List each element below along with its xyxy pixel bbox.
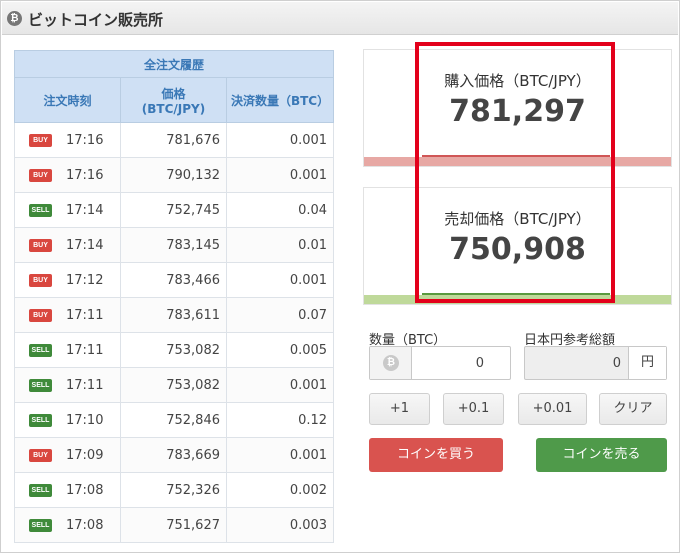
order-price-cell: 783,145 [120, 227, 227, 263]
order-amount-cell: 0.002 [225, 472, 335, 508]
order-history-rows: BUY 17:16 781,676 0.001 BUY 17:16 790,132 0.001… [14, 122, 335, 543]
order-time: 17:09 [66, 447, 104, 463]
order-time-cell: SELL 17:11 [14, 332, 121, 368]
order-amount-cell: 0.005 [225, 332, 335, 368]
order-time: 17:11 [66, 377, 104, 393]
column-header-amount: 決済数量（BTC） [225, 77, 335, 123]
order-amount-cell: 0.07 [225, 297, 335, 333]
order-time: 17:12 [66, 272, 104, 288]
order-time: 17:08 [66, 482, 104, 498]
buy-badge: BUY [29, 168, 52, 182]
price-highlight-box [415, 42, 615, 303]
table-row: SELL 17:11 753,082 0.001 [14, 367, 335, 403]
table-row: BUY 17:16 781,676 0.001 [14, 122, 335, 158]
order-time: 17:16 [66, 132, 104, 148]
jpy-total-field: 円 [524, 346, 667, 380]
order-time-cell: BUY 17:16 [14, 157, 121, 193]
order-amount-cell: 0.001 [225, 122, 335, 158]
buy-badge: BUY [29, 133, 52, 147]
sell-badge: SELL [29, 203, 52, 217]
order-price-cell: 752,846 [120, 402, 227, 438]
order-history-table: 全注文履歴 注文時刻 価格 (BTC/JPY) 決済数量（BTC） BUY 17:… [13, 50, 335, 543]
order-time: 17:16 [66, 167, 104, 183]
order-price-cell: 751,627 [120, 507, 227, 543]
quantity-coin-addon: ₿ [370, 347, 412, 379]
order-time: 17:11 [66, 342, 104, 358]
table-row: SELL 17:10 752,846 0.12 [14, 402, 335, 438]
order-amount-cell: 0.12 [225, 402, 335, 438]
order-time: 17:14 [66, 237, 104, 253]
yen-unit: 円 [628, 347, 666, 379]
sell-coin-button[interactable]: コインを売る [536, 438, 667, 472]
table-row: BUY 17:14 783,145 0.01 [14, 227, 335, 263]
sell-badge: SELL [29, 413, 52, 427]
table-caption: 全注文履歴 [13, 50, 335, 78]
order-amount-cell: 0.04 [225, 192, 335, 228]
table-row: SELL 17:14 752,745 0.04 [14, 192, 335, 228]
panel-header: ₿ ビットコイン販売所 [2, 2, 678, 35]
order-amount-cell: 0.01 [225, 227, 335, 263]
table-row: BUY 17:11 783,611 0.07 [14, 297, 335, 333]
buy-badge: BUY [29, 308, 52, 322]
order-time-cell: BUY 17:11 [14, 297, 121, 333]
buy-badge: BUY [29, 273, 52, 287]
order-price-cell: 752,326 [120, 472, 227, 508]
order-time-cell: BUY 17:09 [14, 437, 121, 473]
quantity-input[interactable] [413, 347, 510, 379]
order-time-cell: BUY 17:14 [14, 227, 121, 263]
quantity-field: ₿ [369, 346, 511, 380]
order-time: 17:08 [66, 517, 104, 533]
order-price-cell: 753,082 [120, 332, 227, 368]
clear-button[interactable]: クリア [599, 393, 667, 425]
add-1-button[interactable]: +1 [369, 393, 430, 425]
order-amount-cell: 0.001 [225, 437, 335, 473]
order-amount-cell: 0.001 [225, 367, 335, 403]
sell-badge: SELL [29, 518, 52, 532]
order-price-cell: 753,082 [120, 367, 227, 403]
table-row: SELL 17:08 752,326 0.002 [14, 472, 335, 508]
order-amount-cell: 0.001 [225, 157, 335, 193]
buy-badge: BUY [29, 448, 52, 462]
sell-badge: SELL [29, 343, 52, 357]
column-header-price: 価格 (BTC/JPY) [120, 77, 227, 123]
column-header-time: 注文時刻 [14, 77, 121, 123]
order-price-cell: 783,611 [120, 297, 227, 333]
order-time-cell: SELL 17:08 [14, 472, 121, 508]
table-row: BUY 17:16 790,132 0.001 [14, 157, 335, 193]
order-time: 17:10 [66, 412, 104, 428]
page-title: ビットコイン販売所 [28, 11, 164, 29]
table-row: BUY 17:09 783,669 0.001 [14, 437, 335, 473]
bitcoin-icon: ₿ [383, 355, 399, 371]
order-time: 17:14 [66, 202, 104, 218]
btc-sales-panel: ₿ ビットコイン販売所 全注文履歴 注文時刻 価格 (BTC/JPY) 決済数量… [0, 0, 680, 553]
order-time-cell: SELL 17:14 [14, 192, 121, 228]
jpy-total-input [525, 347, 629, 379]
order-time-cell: BUY 17:16 [14, 122, 121, 158]
table-row: SELL 17:11 753,082 0.005 [14, 332, 335, 368]
order-time-cell: SELL 17:11 [14, 367, 121, 403]
table-row: BUY 17:12 783,466 0.001 [14, 262, 335, 298]
order-price-cell: 783,466 [120, 262, 227, 298]
sell-badge: SELL [29, 378, 52, 392]
order-time: 17:11 [66, 307, 104, 323]
order-amount-cell: 0.003 [225, 507, 335, 543]
order-amount-cell: 0.001 [225, 262, 335, 298]
order-time-cell: SELL 17:08 [14, 507, 121, 543]
order-price-cell: 752,745 [120, 192, 227, 228]
order-price-cell: 790,132 [120, 157, 227, 193]
order-time-cell: SELL 17:10 [14, 402, 121, 438]
order-price-cell: 781,676 [120, 122, 227, 158]
buy-badge: BUY [29, 238, 52, 252]
order-price-cell: 783,669 [120, 437, 227, 473]
table-row: SELL 17:08 751,627 0.003 [14, 507, 335, 543]
add-0-1-button[interactable]: +0.1 [443, 393, 504, 425]
sell-badge: SELL [29, 483, 52, 497]
order-time-cell: BUY 17:12 [14, 262, 121, 298]
bitcoin-icon: ₿ [7, 11, 22, 26]
buy-coin-button[interactable]: コインを買う [369, 438, 503, 472]
add-0-01-button[interactable]: +0.01 [518, 393, 587, 425]
